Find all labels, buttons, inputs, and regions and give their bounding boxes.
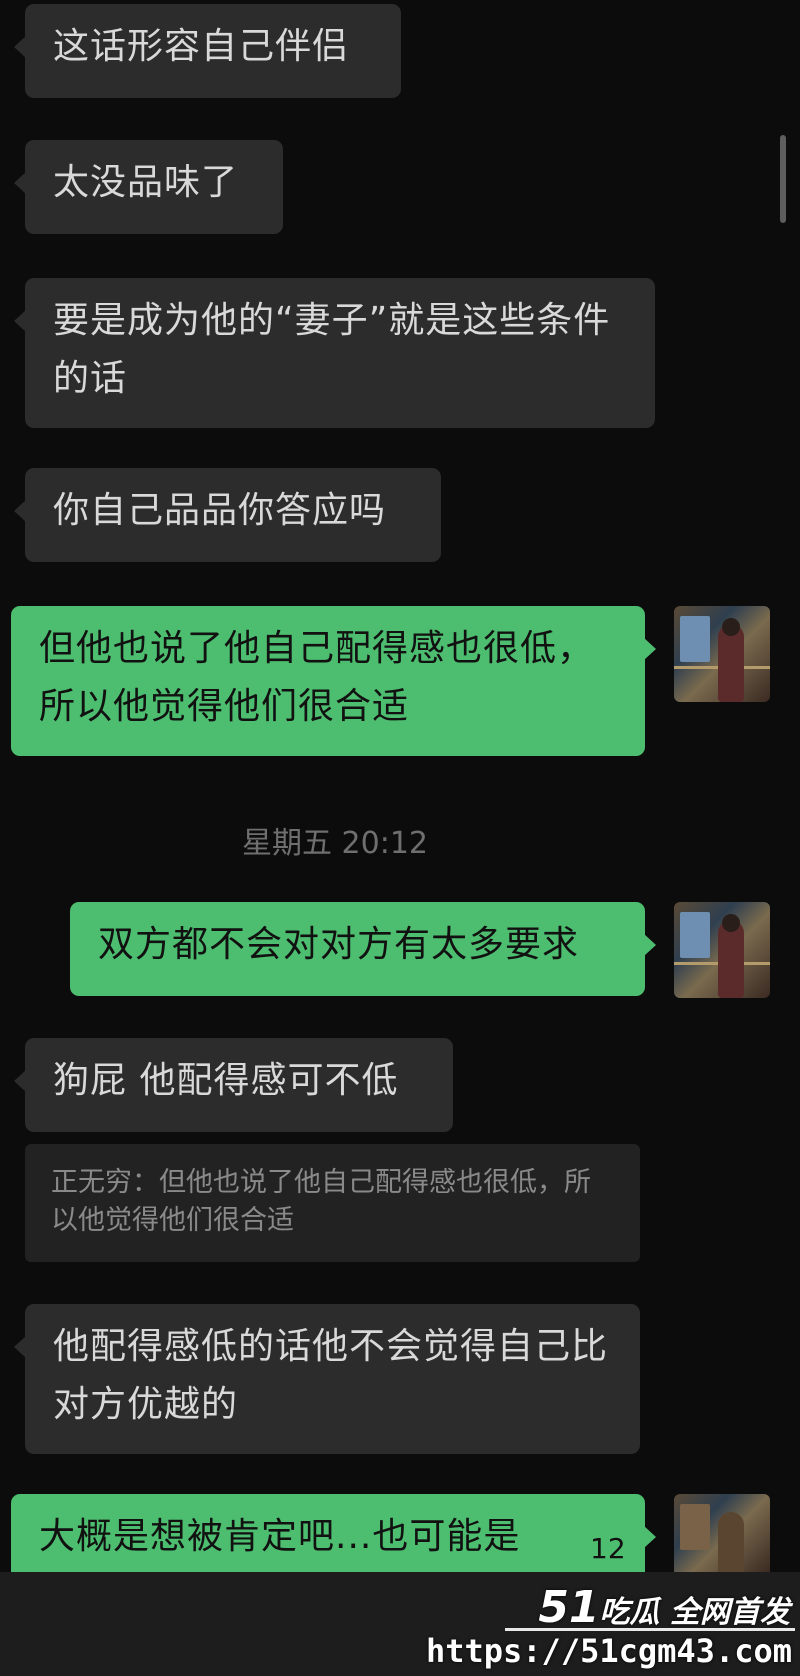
user-avatar[interactable]: [674, 902, 770, 998]
watermark-brand: 51吃瓜 全网首发: [538, 1582, 790, 1633]
message-text: 狗屁 他配得感可不低: [53, 1060, 399, 1101]
message-text: 你自己品品你答应吗: [53, 490, 387, 531]
quoted-message[interactable]: 正无穷：但他也说了他自己配得感也很低，所以他觉得他们很合适: [25, 1144, 640, 1262]
message-bubble-outgoing[interactable]: 大概是想被肯定吧...也可能是: [11, 1494, 656, 1572]
message-text: 要是成为他的“妻子”就是这些条件的话: [53, 300, 611, 399]
message-bubble-incoming[interactable]: 你自己品品你答应吗: [14, 468, 441, 562]
message-text: 这话形容自己伴侣: [53, 26, 350, 67]
avatar-photo: [680, 616, 710, 662]
message-bubble-incoming[interactable]: 要是成为他的“妻子”就是这些条件的话: [14, 278, 655, 428]
message-text: 他配得感低的话他不会觉得自己比对方优越的: [53, 1326, 609, 1425]
partial-badge: 12: [590, 1532, 626, 1565]
message-bubble-incoming[interactable]: 太没品味了: [14, 140, 283, 234]
message-bubble-outgoing[interactable]: 但他也说了他自己配得感也很低，所以他觉得他们很合适: [11, 606, 656, 756]
watermark-url: https://51cgm43.com: [425, 1632, 792, 1670]
scrollbar[interactable]: [780, 135, 786, 223]
message-text: 双方都不会对对方有太多要求: [98, 924, 580, 965]
message-text: 大概是想被肯定吧...也可能是: [39, 1516, 521, 1557]
message-bubble-incoming[interactable]: 他配得感低的话他不会觉得自己比对方优越的: [14, 1304, 640, 1454]
message-bubble-incoming[interactable]: 这话形容自己伴侣: [14, 4, 401, 98]
user-avatar[interactable]: [674, 1494, 770, 1572]
timestamp: 星期五 20:12: [242, 826, 428, 861]
avatar-photo: [680, 912, 710, 958]
watermark-brand-text: 吃瓜 全网首发: [599, 1595, 790, 1630]
user-avatar[interactable]: [674, 606, 770, 702]
message-text: 但他也说了他自己配得感也很低，所以他觉得他们很合适: [39, 628, 595, 727]
watermark-number: 51: [538, 1582, 600, 1633]
message-text: 太没品味了: [53, 162, 239, 203]
watermark-divider: [505, 1628, 795, 1631]
message-bubble-incoming[interactable]: 狗屁 他配得感可不低: [14, 1038, 453, 1132]
avatar-photo: [680, 1504, 710, 1550]
message-bubble-outgoing[interactable]: 双方都不会对对方有太多要求: [70, 902, 656, 996]
quote-text: 正无穷：但他也说了他自己配得感也很低，所以他觉得他们很合适: [51, 1167, 591, 1236]
